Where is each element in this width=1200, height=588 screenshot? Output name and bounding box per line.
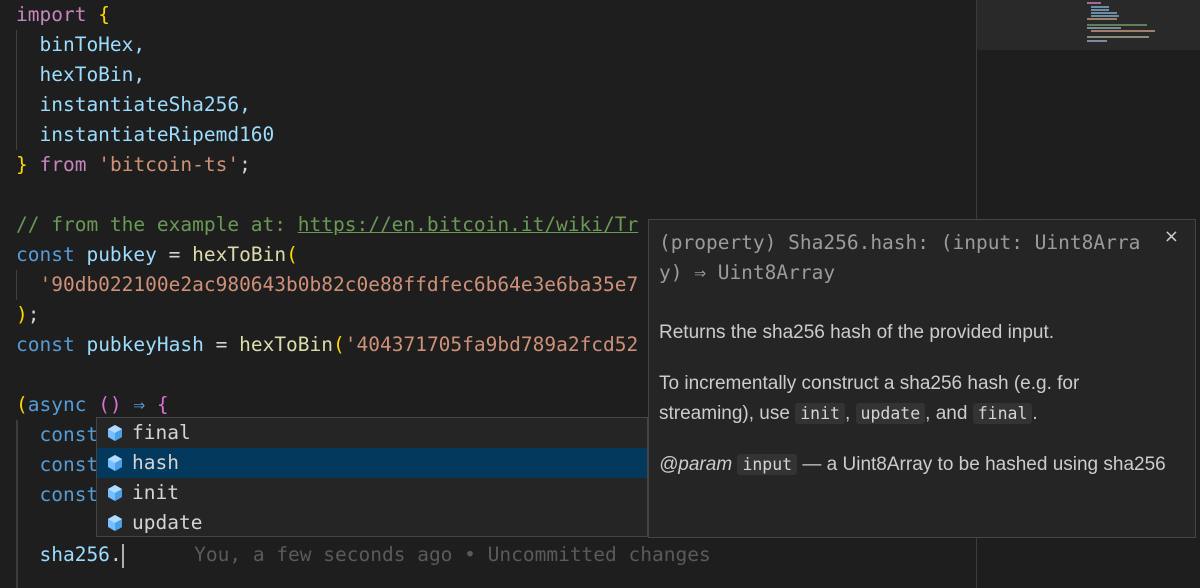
code-line-4: instantiateSha256, [16, 90, 251, 120]
code-line-10: '90db022100e2ac980643b0b82c0e88ffdfec6b6… [16, 270, 638, 300]
code-line-15: const [16, 420, 98, 450]
keyword: const [16, 333, 75, 356]
operator: = [203, 333, 240, 356]
punctuation: ; [239, 153, 251, 176]
minimap-line [1087, 27, 1121, 29]
punctuation: . [109, 543, 122, 566]
identifier: binToHex, [39, 33, 146, 56]
inline-code: final [972, 403, 1033, 424]
text-cursor [121, 543, 124, 568]
keyword: const [16, 243, 75, 266]
code-line-2: binToHex, [16, 30, 145, 60]
brace: } [16, 153, 28, 176]
string: 'bitcoin-ts' [98, 153, 240, 176]
minimap-line [1087, 18, 1117, 20]
method-cube-icon [108, 425, 122, 441]
paren: ( [333, 333, 345, 356]
minimap-line [1091, 15, 1119, 17]
code-line-17: const [16, 480, 98, 510]
code-line-16: const [16, 450, 98, 480]
brace: { [98, 3, 110, 26]
paren: ( [16, 393, 28, 416]
doc-paragraph: To incrementally construct a sha256 hash… [659, 373, 1080, 424]
code-line-11: ); [16, 303, 40, 326]
keyword: from [39, 153, 87, 176]
identifier: pubkey [86, 243, 157, 266]
method-cube-icon [108, 515, 122, 531]
brace: { [145, 393, 169, 416]
code-line-6: } from 'bitcoin-ts'; [16, 150, 251, 180]
close-icon[interactable]: × [1164, 226, 1179, 247]
paren: ( [286, 243, 298, 266]
identifier: instantiateSha256, [39, 93, 251, 116]
suggest-widget[interactable]: final hash init update [96, 417, 648, 537]
doc-paragraph: Returns the sha256 hash of the provided … [659, 322, 1055, 343]
suggestion-details-panel: (property) Sha256.hash: (input: Uint8Arr… [648, 219, 1196, 538]
code-line-1: import { [16, 0, 110, 30]
code-line-19: sha256. You, a few seconds ago • Uncommi… [16, 540, 711, 570]
suggestion-label: hash [132, 451, 179, 474]
identifier: instantiateRipemd160 [39, 123, 275, 146]
string: '404371705fa9bd789a2fcd52 [344, 333, 639, 356]
minimap-line [1091, 12, 1117, 14]
code-line-9: const pubkey = hexToBin( [16, 240, 298, 270]
type-signature: (property) Sha256.hash: (input: Uint8Arr… [659, 231, 1141, 284]
code-line-8: // from the example at: https://en.bitco… [16, 210, 638, 240]
suggestion-item[interactable]: init [97, 478, 647, 508]
keyword: import [16, 3, 87, 26]
minimap-line [1087, 40, 1107, 42]
code-line-5: instantiateRipemd160 [16, 120, 274, 150]
suggestion-item[interactable]: update [97, 508, 647, 538]
inline-code: update [855, 403, 926, 424]
code-line-12: const pubkeyHash = hexToBin('404371705fa… [16, 330, 638, 360]
keyword: async [27, 393, 87, 416]
minimap-line [1091, 6, 1109, 8]
minimap-line [1091, 9, 1109, 11]
comment-link[interactable]: https://en.bitcoin.it/wiki/Tr [298, 213, 638, 236]
code-line-14: (async () ⇒ { [16, 390, 169, 420]
method-cube-icon [108, 455, 122, 471]
suggestion-item[interactable]: final [97, 418, 647, 448]
keyword: const [39, 423, 99, 446]
comment: // from the example at: [16, 213, 298, 236]
identifier: sha256 [39, 543, 110, 566]
operator: = [156, 243, 193, 266]
paren: () [86, 393, 134, 416]
inline-code: init [795, 403, 845, 424]
doc-param: @param input — a Uint8Array to be hashed… [659, 454, 1166, 475]
function-name: hexToBin [239, 333, 334, 356]
minimap-line [1087, 24, 1147, 26]
string: '90db022100e2ac980643b0b82c0e88ffdfec6b6… [39, 273, 639, 296]
method-cube-icon [108, 485, 122, 501]
inline-code: input [737, 454, 798, 475]
keyword: const [39, 483, 99, 506]
suggestion-label: final [132, 421, 191, 444]
param-tag: @param [659, 454, 733, 475]
identifier: hexToBin, [39, 63, 146, 86]
keyword: const [39, 453, 99, 476]
suggestion-label: update [132, 511, 203, 534]
minimap-line [1087, 36, 1149, 38]
function-name: hexToBin [192, 243, 287, 266]
suggestion-item-selected[interactable]: hash [97, 448, 647, 478]
arrow-operator: ⇒ [133, 393, 146, 416]
code-line-3: hexToBin, [16, 60, 145, 90]
minimap-line [1087, 2, 1101, 4]
identifier: pubkeyHash [86, 333, 204, 356]
git-blame-annotation: You, a few seconds ago • Uncommitted cha… [194, 543, 711, 566]
suggestion-label: init [132, 481, 179, 504]
minimap-line [1091, 30, 1155, 32]
